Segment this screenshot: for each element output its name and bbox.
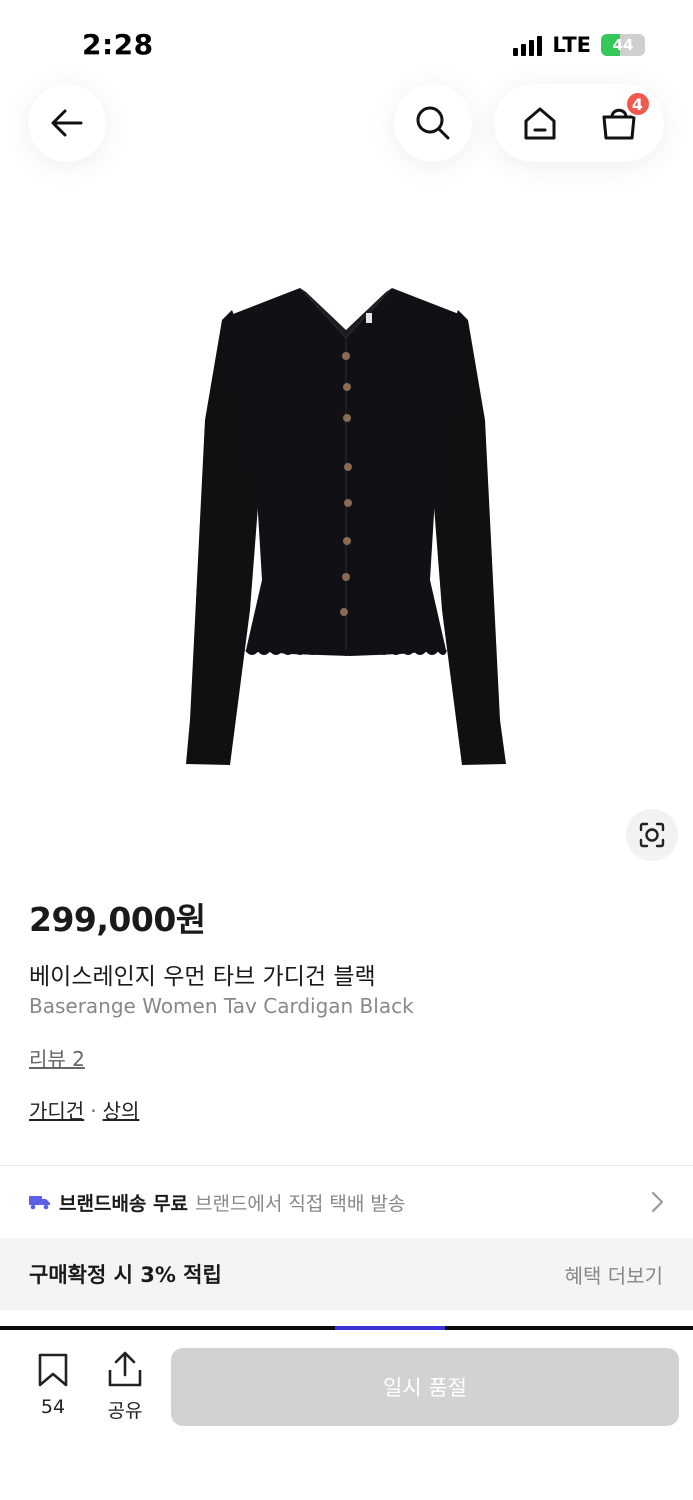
bookmark-count: 54 <box>40 1396 66 1418</box>
signal-icon <box>513 34 543 56</box>
status-time: 2:28 <box>82 28 154 61</box>
battery-icon: 44 <box>601 34 645 56</box>
nav-action-group: 4 <box>494 84 664 162</box>
delivery-title: 브랜드배송 무료 <box>59 1192 188 1215</box>
share-label: 공유 <box>107 1400 143 1422</box>
battery-percent: 44 <box>612 36 634 54</box>
bookmark-icon <box>38 1353 68 1387</box>
home-icon <box>524 107 555 140</box>
cart-count-badge: 4 <box>624 91 651 117</box>
lens-search-button[interactable] <box>626 809 678 861</box>
product-name-ko: 베이스레인지 우먼 타브 가디건 블랙 <box>29 964 376 990</box>
chevron-right-icon <box>651 1191 664 1213</box>
delivery-row[interactable]: 브랜드배송 무료 브랜드에서 직접 택배 발송 <box>0 1168 693 1236</box>
category-link-tops[interactable]: 상의 <box>103 1099 140 1123</box>
back-button[interactable] <box>28 84 106 162</box>
bookmark-button[interactable]: 54 <box>28 1352 78 1418</box>
category-separator: · <box>90 1099 97 1123</box>
section-divider <box>0 1165 693 1166</box>
benefit-more-link[interactable]: 혜택 더보기 <box>565 1260 663 1289</box>
network-label: LTE <box>552 33 591 57</box>
benefit-row: 구매확정 시 3% 적립 혜택 더보기 <box>0 1238 693 1310</box>
product-price: 299,000원 <box>29 900 206 939</box>
product-image[interactable] <box>0 180 693 870</box>
reviews-link[interactable]: 리뷰 2 <box>29 1043 85 1072</box>
benefit-text: 구매확정 시 3% 적립 <box>29 1263 222 1287</box>
search-button[interactable] <box>394 84 472 162</box>
category-link-cardigan[interactable]: 가디건 <box>29 1099 84 1123</box>
status-indicators: LTE 44 <box>513 33 645 57</box>
category-breadcrumb: 가디건 · 상의 <box>29 1095 139 1124</box>
share-icon <box>108 1351 142 1387</box>
search-icon <box>416 106 450 140</box>
cardigan-photo <box>186 288 506 765</box>
home-button[interactable] <box>520 103 560 143</box>
product-name-en: Baserange Women Tav Cardigan Black <box>29 994 414 1018</box>
status-bar: 2:28 LTE 44 <box>0 0 693 80</box>
share-button[interactable]: 공유 <box>100 1350 150 1423</box>
soldout-button[interactable]: 일시 품절 <box>171 1348 679 1426</box>
truck-icon <box>29 1194 51 1210</box>
back-arrow-icon <box>51 109 83 137</box>
delivery-subtitle: 브랜드에서 직접 택배 발송 <box>194 1192 406 1215</box>
cart-button[interactable]: 4 <box>599 91 651 143</box>
bottom-action-bar: 54 공유 일시 품절 <box>0 1330 693 1500</box>
lens-scan-icon <box>639 822 665 848</box>
